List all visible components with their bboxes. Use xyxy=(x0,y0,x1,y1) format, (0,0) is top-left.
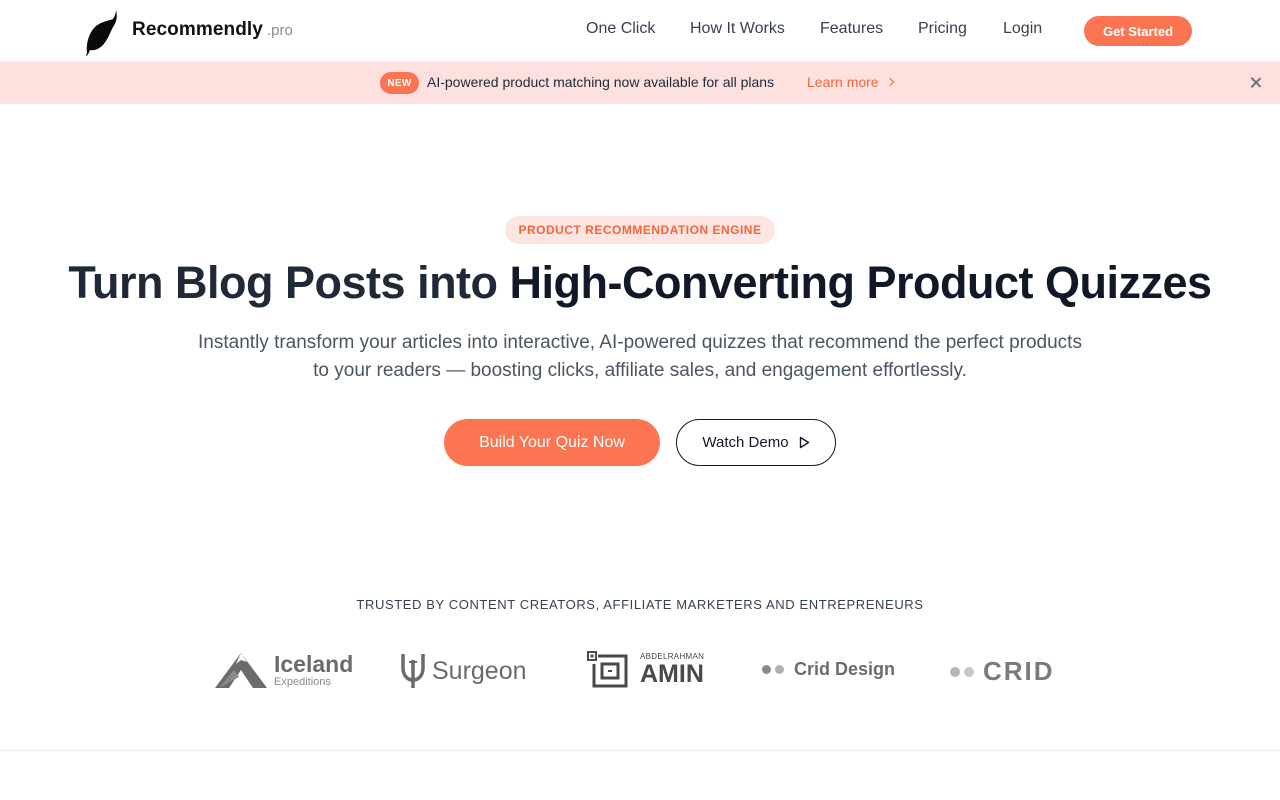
logo-crid-design: Crid Design xyxy=(762,659,895,680)
dot-icon xyxy=(964,666,974,677)
site-header: Recommendly .pro One Click How It Works … xyxy=(0,0,1280,62)
section-divider xyxy=(0,750,1280,751)
logo-crid: CRID xyxy=(950,656,1055,687)
close-icon[interactable] xyxy=(1248,75,1264,91)
dot-icon xyxy=(762,665,771,674)
hero-subheadline: Instantly transform your articles into i… xyxy=(198,332,1082,381)
trusted-heading: TRUSTED BY CONTENT CREATORS, AFFILIATE M… xyxy=(356,597,924,612)
get-started-button[interactable]: Get Started xyxy=(1084,16,1192,46)
logo-crid-design-name: Crid Design xyxy=(794,659,896,679)
nav-link-features[interactable]: Features xyxy=(820,20,883,38)
headline-regular: Turn Blog Posts into xyxy=(68,257,510,308)
dot-icon xyxy=(950,666,960,677)
learn-more-link[interactable]: Learn more xyxy=(807,74,894,90)
hero-headline: Turn Blog Posts into High-Converting Pro… xyxy=(0,254,1280,312)
nav-link-pricing[interactable]: Pricing xyxy=(918,20,967,38)
hero-eyebrow-pill: PRODUCT RECOMMENDATION ENGINE xyxy=(505,216,775,244)
logo-surgeon: Surgeon xyxy=(400,652,527,690)
logo-iceland-sub: Expeditions xyxy=(274,675,331,688)
logo-iceland-name: Iceland xyxy=(274,650,354,677)
watch-demo-label: Watch Demo xyxy=(702,434,789,451)
play-icon xyxy=(799,436,809,449)
watch-demo-button[interactable]: Watch Demo xyxy=(676,419,836,466)
mountain-icon xyxy=(215,653,267,688)
logo-surgeon-name: Surgeon xyxy=(432,656,527,685)
surgeon-mark-icon xyxy=(401,654,425,688)
build-quiz-button[interactable]: Build Your Quiz Now xyxy=(444,419,660,466)
logo-amin-name: AMIN xyxy=(640,660,704,688)
announcement-text: AI-powered product matching now availabl… xyxy=(427,74,775,90)
announcement-bar: NEW AI-powered product matching now avai… xyxy=(0,62,1280,104)
learn-more-label: Learn more xyxy=(807,74,879,90)
nav-link-login[interactable]: Login xyxy=(1003,20,1042,38)
dot-icon xyxy=(775,665,784,674)
nav-link-one-click[interactable]: One Click xyxy=(586,20,655,38)
chevron-right-icon xyxy=(885,77,894,87)
nav-link-how-it-works[interactable]: How It Works xyxy=(690,20,785,38)
headline-bold: High-Converting Product Quizzes xyxy=(509,257,1213,308)
logo-abdelrahman-amin: ABDELRAHMAN AMIN xyxy=(586,650,704,690)
amin-mark-icon xyxy=(587,651,628,688)
logo-crid-name: CRID xyxy=(983,656,1055,686)
logo-iceland-expeditions: Iceland Expeditions xyxy=(214,650,353,690)
new-badge: NEW xyxy=(380,72,419,94)
